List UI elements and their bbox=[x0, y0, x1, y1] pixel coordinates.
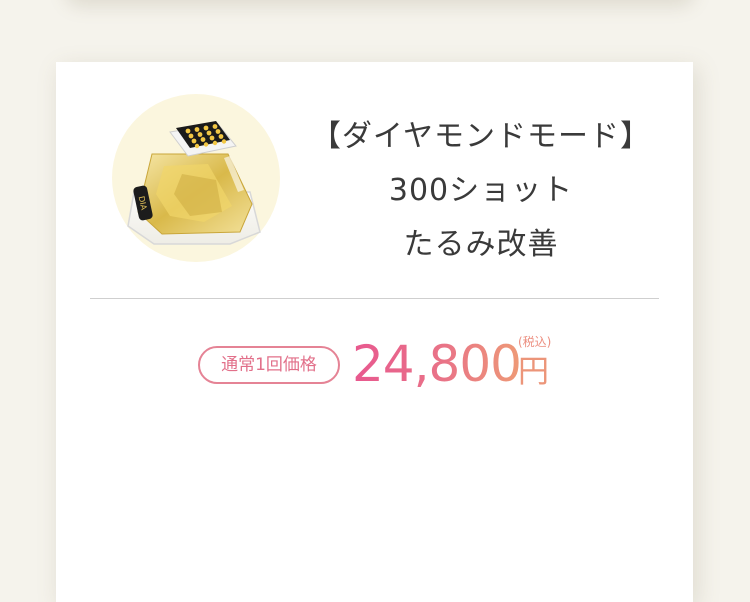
treatment-benefit: たるみ改善 bbox=[403, 227, 559, 262]
diamond-cartridge-image: DIA bbox=[112, 94, 280, 262]
plan-title: 【ダイヤモンドモード】 300ショット たるみ改善 bbox=[306, 110, 656, 272]
divider bbox=[90, 298, 659, 299]
currency-unit: 円 bbox=[518, 354, 549, 390]
mode-name: 【ダイヤモンドモード】 bbox=[310, 119, 652, 154]
shot-count: 300ショット bbox=[388, 173, 574, 208]
cartridge-illustration: DIA bbox=[127, 121, 261, 245]
price-amount: 24,800 bbox=[352, 335, 522, 393]
regular-price-badge: 通常1回価格 bbox=[198, 346, 340, 384]
price-row: 通常1回価格 24,800 (税込) 円 bbox=[56, 332, 693, 402]
tax-included-note: (税込) bbox=[518, 335, 552, 349]
plan-card: DIA 【ダイヤモンドモード】 300ショット たるみ改善 通常1回価格 24,… bbox=[56, 62, 693, 602]
